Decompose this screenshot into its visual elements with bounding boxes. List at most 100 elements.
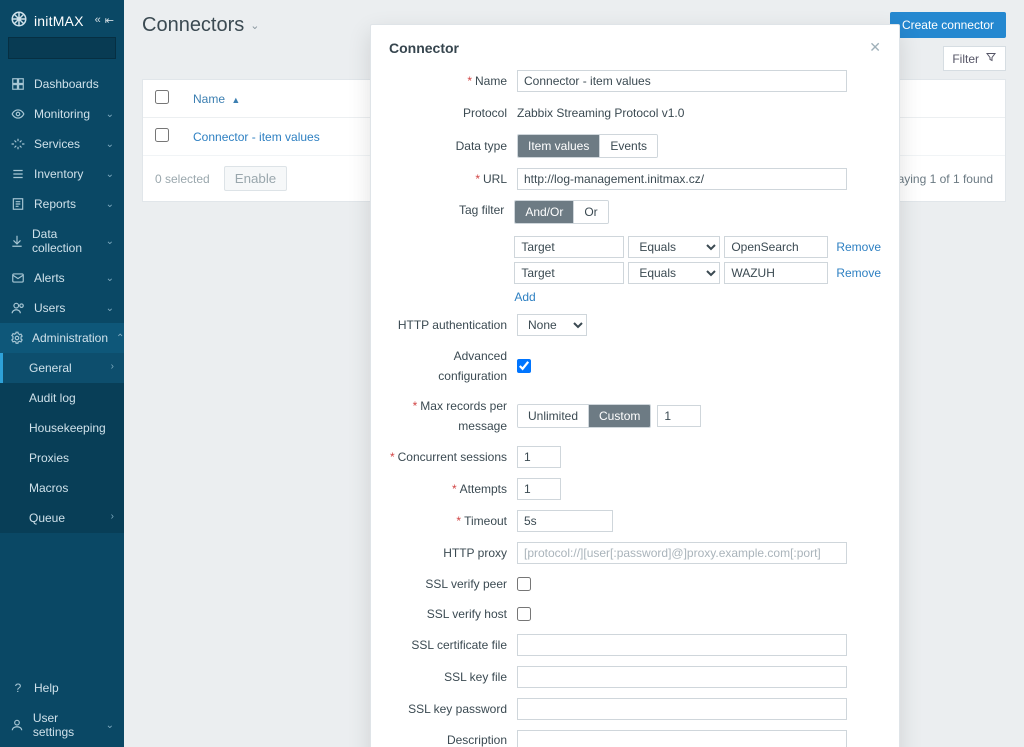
max-records-segment: Unlimited Custom bbox=[517, 404, 651, 428]
label-concurrent: *Concurrent sessions bbox=[389, 447, 517, 467]
subnav-label: Audit log bbox=[29, 391, 76, 405]
sidebar: initMAX « ⇤ Dashboards Monitoring ⌄ Serv… bbox=[0, 0, 124, 747]
sidebar-item-label: Inventory bbox=[34, 167, 83, 181]
tag-remove-link[interactable]: Remove bbox=[836, 266, 881, 280]
chevron-down-icon: ⌄ bbox=[106, 109, 114, 120]
label-name: *Name bbox=[389, 71, 517, 91]
sidebar-nav: Dashboards Monitoring ⌄ Services ⌄ Inven… bbox=[0, 69, 124, 533]
inventory-icon bbox=[10, 167, 26, 181]
ssl-cert-input[interactable] bbox=[517, 634, 847, 656]
sidebar-item-services[interactable]: Services ⌄ bbox=[0, 129, 124, 159]
chevron-down-icon: ⌄ bbox=[106, 236, 114, 247]
data-collection-icon bbox=[10, 234, 24, 248]
tag-op-select[interactable]: Equals bbox=[628, 262, 720, 284]
sidebar-item-reports[interactable]: Reports ⌄ bbox=[0, 189, 124, 219]
subnav-label: Housekeeping bbox=[29, 421, 106, 435]
http-proxy-input[interactable] bbox=[517, 542, 847, 564]
max-records-unlimited[interactable]: Unlimited bbox=[518, 405, 588, 427]
tag-mode-andor[interactable]: And/Or bbox=[515, 201, 573, 223]
services-icon bbox=[10, 137, 26, 151]
chevron-down-icon: ⌄ bbox=[106, 139, 114, 150]
label-data-type: Data type bbox=[389, 136, 517, 156]
tag-op-select[interactable]: Equals bbox=[628, 236, 720, 258]
subnav-label: Proxies bbox=[29, 451, 69, 465]
subnav-item-proxies[interactable]: Proxies bbox=[0, 443, 124, 473]
sidebar-item-dashboards[interactable]: Dashboards bbox=[0, 69, 124, 99]
label-attempts: *Attempts bbox=[389, 479, 517, 499]
label-http-auth: HTTP authentication bbox=[389, 315, 517, 335]
ssl-peer-checkbox[interactable] bbox=[517, 577, 531, 591]
description-textarea[interactable] bbox=[517, 730, 847, 747]
subnav-label: Macros bbox=[29, 481, 68, 495]
tag-mode-or[interactable]: Or bbox=[573, 201, 607, 223]
data-type-item-values[interactable]: Item values bbox=[518, 135, 599, 157]
chevron-right-icon: › bbox=[111, 361, 114, 372]
row-ssl-peer: SSL verify peer bbox=[389, 574, 881, 594]
label-description: Description bbox=[389, 730, 517, 747]
tag-value-input[interactable] bbox=[724, 262, 828, 284]
subnav-item-audit-log[interactable]: Audit log bbox=[0, 383, 124, 413]
sidebar-item-help[interactable]: ? Help bbox=[0, 673, 124, 703]
monitoring-icon bbox=[10, 107, 26, 121]
sidebar-item-user-settings[interactable]: User settings ⌄ bbox=[0, 703, 124, 747]
label-adv-conf: Advanced configuration bbox=[389, 346, 517, 386]
max-records-input[interactable] bbox=[657, 405, 701, 427]
data-type-segment: Item values Events bbox=[517, 134, 658, 158]
dashboards-icon bbox=[10, 77, 26, 91]
subnav-item-macros[interactable]: Macros bbox=[0, 473, 124, 503]
pin-icon: ⇤ bbox=[105, 14, 114, 27]
adv-conf-checkbox[interactable] bbox=[517, 359, 531, 373]
tag-remove-link[interactable]: Remove bbox=[836, 240, 881, 254]
tag-value-input[interactable] bbox=[724, 236, 828, 258]
sidebar-item-label: Alerts bbox=[34, 271, 65, 285]
label-timeout: *Timeout bbox=[389, 511, 517, 531]
timeout-input[interactable] bbox=[517, 510, 613, 532]
subnav-item-queue[interactable]: Queue › bbox=[0, 503, 124, 533]
administration-icon bbox=[10, 331, 24, 345]
sidebar-item-data-collection[interactable]: Data collection ⌄ bbox=[0, 219, 124, 263]
row-description: Description bbox=[389, 730, 881, 747]
sidebar-item-label: Reports bbox=[34, 197, 76, 211]
main: Connectors ⌄ Create connector Filter Nam… bbox=[124, 0, 1024, 747]
tag-name-input[interactable] bbox=[514, 236, 624, 258]
row-ssl-host: SSL verify host bbox=[389, 604, 881, 624]
sidebar-item-label: User settings bbox=[33, 711, 98, 739]
reports-icon bbox=[10, 197, 26, 211]
ssl-host-checkbox[interactable] bbox=[517, 607, 531, 621]
sidebar-item-label: Dashboards bbox=[34, 77, 99, 91]
tag-add-link[interactable]: Add bbox=[514, 290, 535, 304]
concurrent-input[interactable] bbox=[517, 446, 561, 468]
row-http-auth: HTTP authentication None bbox=[389, 314, 881, 336]
sidebar-item-administration[interactable]: Administration ⌃ bbox=[0, 323, 124, 353]
subnav-item-housekeeping[interactable]: Housekeeping bbox=[0, 413, 124, 443]
sidebar-search[interactable] bbox=[8, 37, 116, 59]
row-ssl-pw: SSL key password bbox=[389, 698, 881, 720]
ssl-pw-input[interactable] bbox=[517, 698, 847, 720]
sidebar-item-users[interactable]: Users ⌄ bbox=[0, 293, 124, 323]
label-tag-filter: Tag filter bbox=[389, 200, 514, 220]
data-type-events[interactable]: Events bbox=[599, 135, 657, 157]
sidebar-item-alerts[interactable]: Alerts ⌄ bbox=[0, 263, 124, 293]
modal-header: Connector ✕ bbox=[389, 39, 881, 56]
name-input[interactable] bbox=[517, 70, 847, 92]
connector-modal: Connector ✕ *Name Protocol Zabbix Stream… bbox=[370, 24, 900, 747]
http-auth-select[interactable]: None bbox=[517, 314, 587, 336]
tag-filter-mode-segment: And/Or Or bbox=[514, 200, 608, 224]
sidebar-item-inventory[interactable]: Inventory ⌄ bbox=[0, 159, 124, 189]
close-icon[interactable]: ✕ bbox=[869, 39, 881, 56]
tag-filter-table: Equals Remove Equals Remove Add bbox=[514, 236, 881, 304]
sidebar-item-monitoring[interactable]: Monitoring ⌄ bbox=[0, 99, 124, 129]
sidebar-search-wrap bbox=[0, 37, 124, 69]
sidebar-item-label: Monitoring bbox=[34, 107, 90, 121]
ssl-key-input[interactable] bbox=[517, 666, 847, 688]
tag-name-input[interactable] bbox=[514, 262, 624, 284]
row-url: *URL bbox=[389, 168, 881, 190]
max-records-custom[interactable]: Custom bbox=[588, 405, 650, 427]
subnav-item-general[interactable]: General › bbox=[0, 353, 124, 383]
label-ssl-key: SSL key file bbox=[389, 667, 517, 687]
url-input[interactable] bbox=[517, 168, 847, 190]
row-timeout: *Timeout bbox=[389, 510, 881, 532]
attempts-input[interactable] bbox=[517, 478, 561, 500]
sidebar-item-label: Services bbox=[34, 137, 80, 151]
sidebar-collapse-controls[interactable]: « ⇤ bbox=[95, 14, 114, 27]
